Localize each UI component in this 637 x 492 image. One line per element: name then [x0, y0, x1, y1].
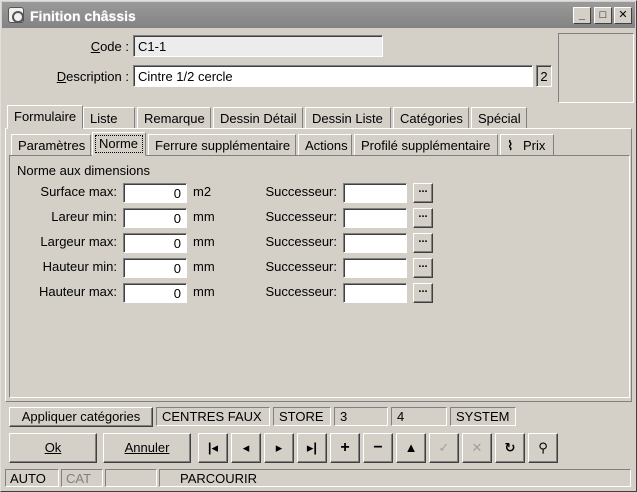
window-title: Finition châssis — [30, 8, 136, 24]
search-binoculars-icon[interactable]: ⚲ — [528, 433, 558, 463]
hauteur-max-browse-button[interactable]: ... — [413, 283, 433, 303]
confirm-icon[interactable]: ✓ — [429, 433, 459, 463]
row-unit: mm — [193, 259, 215, 274]
subtab-parametres[interactable]: Paramètres — [11, 134, 91, 156]
section-title: Norme aux dimensions — [17, 163, 150, 178]
first-record-icon[interactable]: |◂ — [198, 433, 228, 463]
row-unit: m2 — [193, 184, 212, 199]
status-mode: AUTO — [5, 469, 59, 487]
subtab-profile-supplementaire[interactable]: Profilé supplémentaire — [354, 134, 498, 156]
row-label: Lareur min: — [51, 209, 117, 224]
subtab-norme[interactable]: Norme — [92, 132, 146, 156]
record-field-3: 3 — [334, 407, 388, 426]
row-unit: mm — [193, 209, 215, 224]
surface-max-input[interactable]: 0 — [123, 183, 187, 203]
subtab-prix[interactable]: ⌇ Prix — [500, 134, 554, 156]
last-record-icon[interactable]: ▸| — [297, 433, 327, 463]
window: Finition châssis _ □ ✕ Code : C1-1 Descr… — [0, 0, 637, 492]
successor-label: Successeur: — [265, 259, 337, 274]
previous-record-icon[interactable]: ◂ — [231, 433, 261, 463]
record-field-system: SYSTEM — [450, 407, 516, 426]
delete-record-icon[interactable]: − — [363, 433, 393, 463]
successor-label: Successeur: — [265, 234, 337, 249]
hauteur-min-input[interactable]: 0 — [123, 258, 187, 278]
description-label: Description : — [56, 69, 129, 84]
row-unit: mm — [193, 284, 215, 299]
successor-label: Successeur: — [265, 209, 337, 224]
cancel-edit-icon[interactable]: ✕ — [462, 433, 492, 463]
row-label: Largeur max: — [40, 234, 117, 249]
tab-special[interactable]: Spécial — [471, 107, 527, 129]
successor-label: Successeur: — [265, 184, 337, 199]
largeur-max-browse-button[interactable]: ... — [413, 233, 433, 253]
status-empty — [105, 469, 157, 487]
subtab-actions[interactable]: Actions — [298, 134, 352, 156]
image-preview — [558, 33, 634, 103]
hauteur-min-successor-input[interactable] — [343, 258, 407, 278]
refresh-icon[interactable]: ↻ — [495, 433, 525, 463]
hauteur-max-successor-input[interactable] — [343, 283, 407, 303]
code-label: Code : — [90, 39, 129, 54]
maximize-icon[interactable]: □ — [594, 7, 612, 24]
subtab-ferrure-supplementaire[interactable]: Ferrure supplémentaire — [148, 134, 296, 156]
cancel-button[interactable]: Annuler — [103, 433, 191, 463]
title-bar[interactable]: Finition châssis _ □ ✕ — [2, 2, 635, 28]
tab-dessin-liste[interactable]: Dessin Liste — [305, 107, 391, 129]
tab-categories[interactable]: Catégories — [393, 107, 469, 129]
status-action: PARCOURIR — [159, 469, 631, 487]
next-record-icon[interactable]: ▸ — [264, 433, 294, 463]
apply-categories-button[interactable]: Appliquer catégories — [9, 407, 153, 427]
record-field-centres-faux: CENTRES FAUX — [156, 407, 270, 426]
subtab-prix-label: Prix — [522, 138, 546, 153]
hauteur-min-browse-button[interactable]: ... — [413, 258, 433, 278]
row-unit: mm — [193, 234, 215, 249]
hauteur-max-input[interactable]: 0 — [123, 283, 187, 303]
largeur-max-input[interactable]: 0 — [123, 233, 187, 253]
ok-button[interactable]: Ok — [9, 433, 97, 463]
row-label: Surface max: — [40, 184, 117, 199]
surface-max-browse-button[interactable]: ... — [413, 183, 433, 203]
status-cat: CAT — [61, 469, 103, 487]
minimize-icon[interactable]: _ — [573, 7, 591, 24]
tab-formulaire[interactable]: Formulaire — [7, 105, 83, 129]
surface-max-successor-input[interactable] — [343, 183, 407, 203]
largeur-max-successor-input[interactable] — [343, 233, 407, 253]
tab-dessin-detail[interactable]: Dessin Détail — [213, 107, 303, 129]
lareur-min-browse-button[interactable]: ... — [413, 208, 433, 228]
paperclip-icon: ⌇ — [507, 138, 514, 153]
successor-label: Successeur: — [265, 284, 337, 299]
description-field[interactable]: Cintre 1/2 cercle — [133, 65, 533, 87]
record-field-4: 4 — [391, 407, 447, 426]
record-field-store: STORE — [273, 407, 331, 426]
row-label: Hauteur min: — [42, 259, 117, 274]
row-label: Hauteur max: — [38, 284, 117, 299]
lareur-min-successor-input[interactable] — [343, 208, 407, 228]
close-icon[interactable]: ✕ — [614, 7, 632, 24]
move-up-icon[interactable]: ▲ — [396, 433, 426, 463]
code-field[interactable]: C1-1 — [133, 35, 383, 57]
lareur-min-input[interactable]: 0 — [123, 208, 187, 228]
add-record-icon[interactable]: + — [330, 433, 360, 463]
app-icon[interactable] — [8, 7, 24, 23]
description-language-badge[interactable]: 2 — [536, 65, 552, 87]
tab-remarque[interactable]: Remarque — [137, 107, 211, 129]
tab-liste[interactable]: Liste — [83, 107, 135, 129]
